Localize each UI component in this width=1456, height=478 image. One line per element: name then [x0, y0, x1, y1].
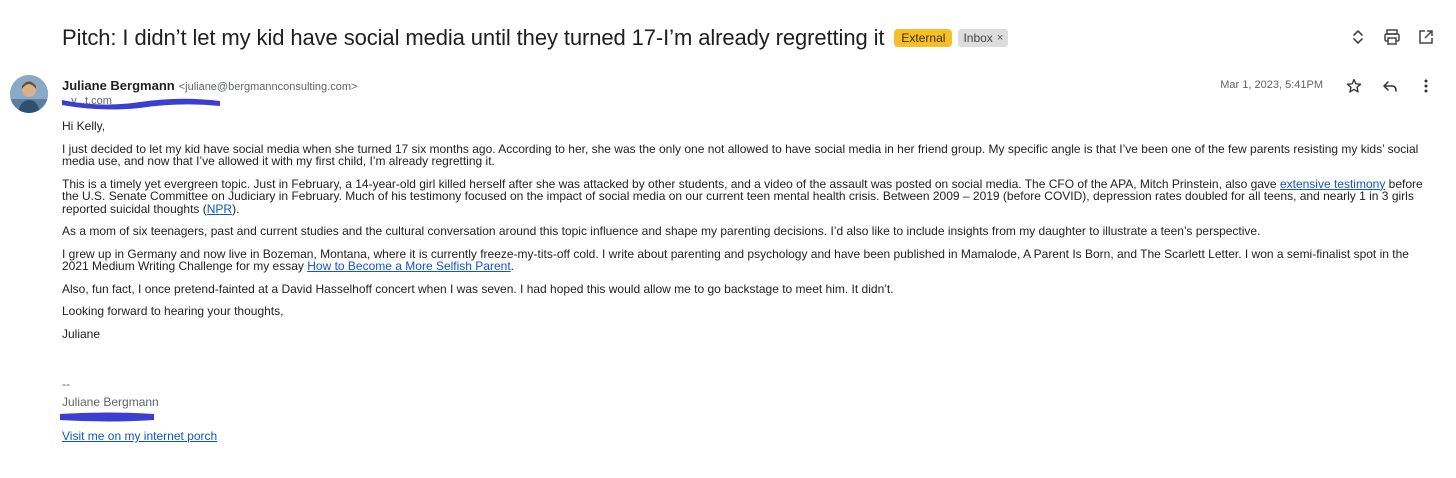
paragraph: This is a timely yet evergreen topic. Ju… [62, 177, 1434, 216]
avatar[interactable] [10, 75, 48, 113]
essay-link[interactable]: How to Become a More Selfish Parent [307, 259, 510, 273]
redaction-mark [60, 412, 154, 422]
redaction-mark [62, 98, 220, 110]
more-options-icon[interactable] [1416, 76, 1436, 96]
paragraph: As a mom of six teenagers, past and curr… [62, 224, 1261, 238]
npr-link[interactable]: NPR [207, 202, 232, 216]
sender-name[interactable]: Juliane Bergmann [62, 78, 175, 93]
print-icon[interactable] [1382, 27, 1402, 47]
signature-link[interactable]: Visit me on my internet porch [62, 429, 217, 443]
paragraph-text: ). [232, 201, 240, 216]
paragraph-text: I grew up in Germany and now live in Boz… [62, 246, 1409, 273]
expand-collapse-icon[interactable] [1348, 27, 1368, 47]
signature-dashes: -- [62, 377, 70, 391]
message-body: Hi Kelly, I just decided to let my kid h… [62, 120, 1434, 350]
paragraph: I grew up in Germany and now live in Boz… [62, 246, 1434, 273]
sign-off: Juliane [62, 326, 101, 341]
reply-icon[interactable] [1380, 76, 1400, 96]
star-icon[interactable] [1344, 76, 1364, 96]
message-date: Mar 1, 2023, 5:41PM [1220, 79, 1323, 91]
subject-row: Pitch: I didn’t let my kid have social m… [62, 22, 1009, 54]
sender-row: Juliane Bergmann <juliane@bergmannconsul… [62, 78, 357, 93]
external-label: External [894, 29, 953, 47]
email-subject: Pitch: I didn’t let my kid have social m… [62, 25, 885, 50]
paragraph: I just decided to let my kid have social… [62, 141, 1419, 168]
inbox-label[interactable]: Inbox × [958, 29, 1009, 47]
signature: -- Juliane Bergmann [62, 375, 159, 411]
thread-actions [1348, 27, 1436, 47]
sender-email: <juliane@bergmannconsulting.com> [178, 81, 358, 93]
greeting: Hi Kelly, [62, 119, 106, 133]
paragraph: Also, fun fact, I once pretend-fainted a… [62, 281, 894, 296]
inbox-label-text: Inbox [963, 31, 993, 45]
open-in-new-window-icon[interactable] [1416, 27, 1436, 47]
paragraph: Looking forward to hearing your thoughts… [62, 304, 284, 318]
message-actions [1344, 76, 1436, 96]
paragraph-text: . [510, 259, 515, 273]
remove-label-button[interactable]: × [997, 31, 1003, 45]
